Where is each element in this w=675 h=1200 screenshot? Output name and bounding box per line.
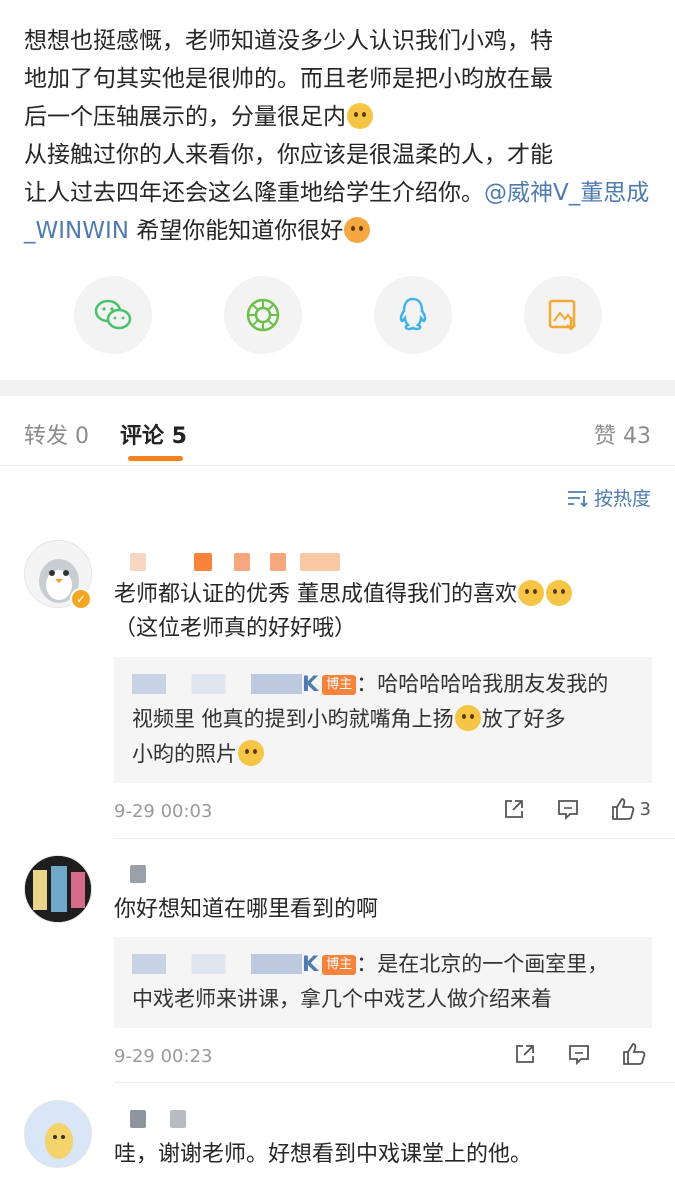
reply-comment-button[interactable]	[556, 797, 580, 821]
tab-repost[interactable]: 转发 0	[24, 418, 89, 450]
post-line: 地加了句其实他是很帅的。而且老师是把小昀放在最	[24, 66, 553, 92]
section-separator	[0, 380, 675, 396]
post-line: 从接触过你的人来看你，你应该是很温柔的人，才能	[24, 142, 553, 168]
comment-line: 老师都认证的优秀 董思成值得我们的喜欢	[114, 578, 654, 612]
heart-face-emoji-icon	[344, 217, 371, 243]
post-line-with-emoji: 后一个压轴展示的，分量很足内	[24, 98, 660, 136]
reply-author-redacted[interactable]	[132, 954, 302, 974]
author-badge: 博主	[322, 955, 357, 975]
share-qq-button[interactable]	[374, 276, 452, 354]
post-line: 让人过去四年还会这么隆重地给学生介绍你。	[24, 180, 484, 206]
comment-line: 老师都认证的优秀 董思成值得我们的喜欢	[114, 582, 517, 607]
thumbs-up-icon	[623, 1043, 646, 1065]
reply-text: 视频里 他真的提到小昀就嘴角上扬	[132, 707, 454, 731]
author-badge: 博主	[322, 675, 357, 695]
comment-time: 9-29 00:23	[114, 1046, 213, 1067]
share-moments-button[interactable]	[224, 276, 302, 354]
post-line: 希望你能知道你很好	[136, 218, 344, 244]
reply-comment-button[interactable]	[567, 1042, 591, 1066]
comment-text: 哇，谢谢老师。好想看到中戏课堂上的他。	[114, 1142, 533, 1167]
comment-divider	[114, 838, 675, 839]
qq-icon	[399, 297, 427, 331]
comment-divider	[114, 1082, 675, 1083]
like-count: 3	[639, 798, 651, 820]
comment-time: 9-29 00:03	[114, 801, 213, 822]
post-line: 想想也挺感慨，老师知道没多少人认识我们小鸡，特	[24, 28, 553, 54]
share-comment-button[interactable]	[513, 1042, 537, 1066]
thumbs-up-icon	[611, 798, 634, 820]
reply-line: 视频里 他真的提到小昀就嘴角上扬 放了好多	[132, 702, 634, 737]
photo-avatar-icon	[25, 856, 91, 922]
save-image-button[interactable]	[524, 276, 602, 354]
reply-line: K 博主 ：是在北京的一个画室里，	[132, 947, 634, 982]
comment-text: 老师都认证的优秀 董思成值得我们的喜欢 （这位老师真的好好哦）	[114, 578, 654, 646]
comment-icon	[569, 1045, 589, 1066]
sort-icon	[567, 490, 588, 507]
reply-line: K 博主 ：哈哈哈哈哈我朋友发我的	[132, 667, 634, 702]
reply-text: 放了好多	[481, 707, 566, 731]
reply-text: ：哈哈哈哈哈我朋友发我的	[356, 672, 609, 696]
comment-actions	[513, 1041, 651, 1067]
cartoon-avatar-icon	[25, 1101, 91, 1167]
avatar[interactable]	[24, 855, 92, 923]
reply-text: 小昀的照片	[132, 742, 237, 766]
share-icon	[516, 1045, 534, 1063]
reply-author-redacted[interactable]	[132, 674, 302, 694]
avatar[interactable]	[24, 1100, 92, 1168]
post-line: 后一个压轴展示的，分量很足内	[24, 104, 346, 130]
share-wechat-button[interactable]	[74, 276, 152, 354]
comment-line: （这位老师真的好好哦）	[114, 616, 357, 641]
like-comment-button[interactable]: 3	[610, 796, 651, 822]
smile-emoji-icon	[454, 705, 481, 731]
wechat-icon	[94, 299, 132, 330]
save-image-icon	[548, 299, 576, 331]
wink-emoji-icon	[238, 740, 264, 766]
crying-emoji-icon	[546, 580, 572, 606]
username-redacted[interactable]	[130, 865, 146, 883]
reply-text: 中戏老师来讲课，拿几个中戏艺人做介绍来着	[132, 987, 552, 1011]
sort-label: 按热度	[593, 488, 651, 510]
comment-text: 你好想知道在哪里看到的啊	[114, 897, 379, 922]
comment-icon	[557, 800, 578, 821]
reply-box[interactable]: K 博主 ：是在北京的一个画室里， 中戏老师来讲课，拿几个中戏艺人做介绍来着	[114, 937, 652, 1028]
verified-badge-icon: ✓	[70, 588, 92, 610]
interaction-tabs: 转发 0 评论 5 赞 43	[0, 396, 675, 466]
username-redacted[interactable]	[130, 553, 340, 571]
moments-icon	[246, 298, 280, 332]
comment-actions: 3	[502, 796, 651, 822]
share-row	[74, 276, 602, 354]
reply-box[interactable]: K 博主 ：哈哈哈哈哈我朋友发我的 视频里 他真的提到小昀就嘴角上扬 放了好多 小昀的…	[114, 657, 652, 783]
reply-author-suffix[interactable]: K	[302, 952, 318, 976]
like-comment-button[interactable]	[621, 1041, 651, 1067]
tab-likes[interactable]: 赞 43	[594, 418, 651, 450]
post-line-with-mention: 让人过去四年还会这么隆重地给学生介绍你。@威神V_董思成_WINWIN 希望你能…	[24, 174, 660, 250]
shush-emoji-icon	[347, 103, 373, 129]
sort-button[interactable]: 按热度	[566, 484, 651, 511]
reply-line: 小昀的照片	[132, 737, 634, 772]
crying-emoji-icon	[518, 580, 544, 606]
active-tab-indicator	[128, 456, 183, 461]
post-content: 想想也挺感慨，老师知道没多少人认识我们小鸡，特 地加了句其实他是很帅的。而且老师…	[24, 22, 660, 250]
reply-author-suffix[interactable]: K	[302, 672, 318, 696]
username-redacted[interactable]	[130, 1110, 186, 1128]
reply-text: ：是在北京的一个画室里，	[356, 952, 609, 976]
tab-comments[interactable]: 评论 5	[120, 418, 187, 450]
share-icon	[504, 800, 523, 818]
share-comment-button[interactable]	[502, 797, 526, 821]
